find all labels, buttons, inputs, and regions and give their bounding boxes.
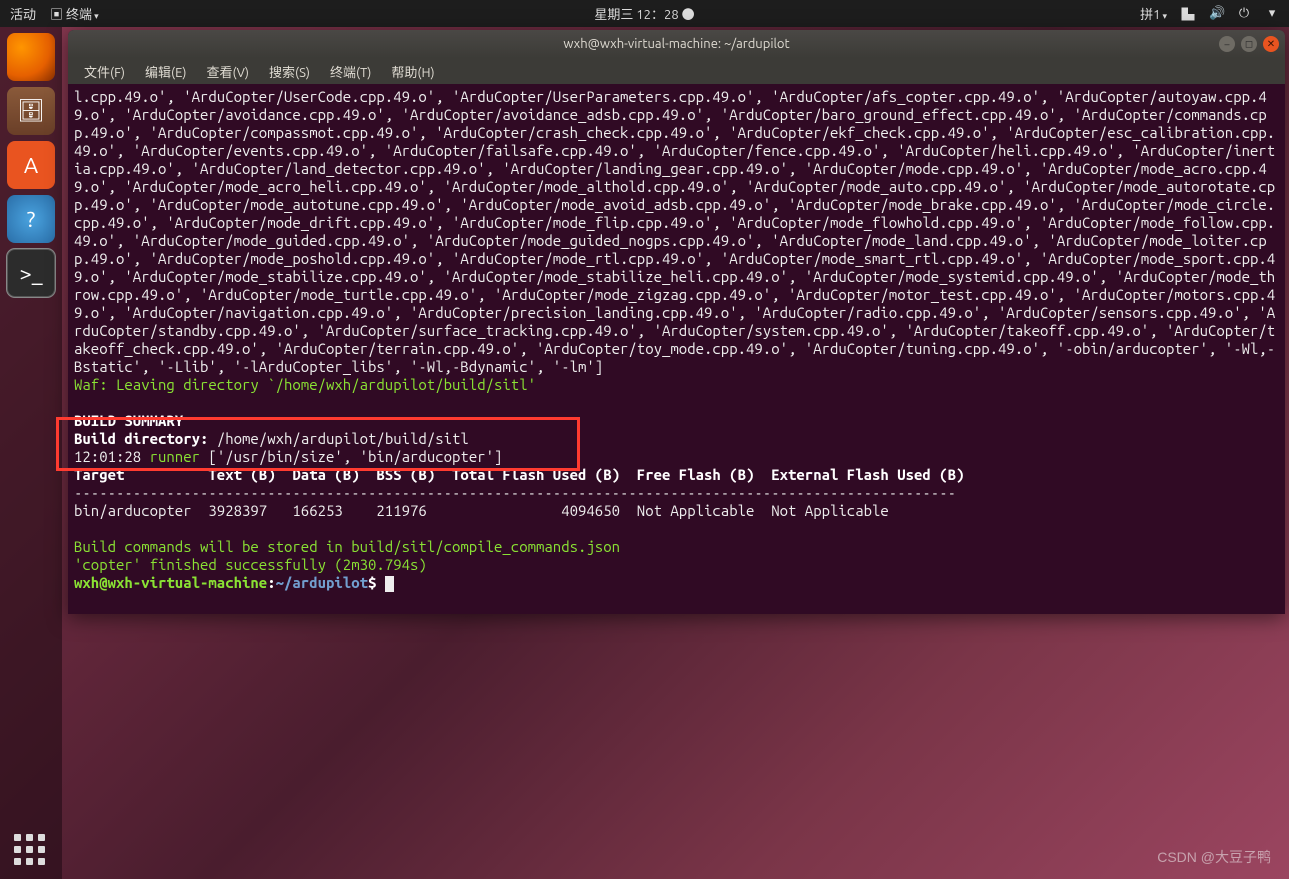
build-table-header: Target Text (B) Data (B) BSS (B) Total F… (74, 466, 964, 483)
input-method-indicator[interactable]: 拼1 (1140, 4, 1167, 23)
launcher-terminal[interactable]: >_ (7, 249, 55, 297)
prompt-sep: : (267, 574, 275, 591)
window-title: wxh@wxh-virtual-machine: ~/ardupilot (563, 37, 789, 51)
volume-icon[interactable]: 🔊 (1209, 6, 1223, 21)
terminal-window: wxh@wxh-virtual-machine: ~/ardupilot – ◻… (68, 30, 1285, 614)
watermark: CSDN @大豆子鸭 (1157, 847, 1271, 867)
menu-search[interactable]: 搜索(S) (261, 60, 318, 83)
menu-edit[interactable]: 编辑(E) (137, 60, 194, 83)
compile-objects-list: l.cpp.49.o', 'ArduCopter/UserCode.cpp.49… (74, 88, 1275, 375)
launcher-firefox[interactable] (7, 33, 55, 81)
finished-line: 'copter' finished successfully (2m30.794… (74, 556, 427, 573)
launcher-files[interactable]: 🗄 (7, 87, 55, 135)
prompt-path: ~/ardupilot (276, 574, 368, 591)
runner-args: ['/usr/bin/size', 'bin/arducopter'] (200, 448, 502, 465)
terminal-output[interactable]: l.cpp.49.o', 'ArduCopter/UserCode.cpp.49… (68, 84, 1285, 614)
system-menu-chevron[interactable]: ▾ (1265, 6, 1279, 21)
window-minimize-button[interactable]: – (1219, 36, 1235, 52)
prompt-user: wxh@wxh-virtual-machine (74, 574, 267, 591)
launcher-software[interactable]: A (7, 141, 55, 189)
runner-time: 12:01:28 (74, 448, 150, 465)
terminal-menubar: 文件(F) 编辑(E) 查看(V) 搜索(S) 终端(T) 帮助(H) (68, 58, 1285, 84)
launcher-help[interactable]: ? (7, 195, 55, 243)
window-titlebar[interactable]: wxh@wxh-virtual-machine: ~/ardupilot – ◻… (68, 30, 1285, 58)
build-table-divider: ----------------------------------------… (74, 484, 956, 501)
menu-view[interactable]: 查看(V) (199, 60, 257, 83)
launcher-dock: 🗄 A ? >_ (0, 27, 62, 879)
power-icon[interactable]: ⏻ (1237, 6, 1251, 21)
runner-word: runner (150, 448, 200, 465)
app-menu[interactable]: ▣ 终端 (50, 4, 99, 23)
build-directory-label: Build directory: (74, 430, 217, 447)
window-close-button[interactable]: ✕ (1263, 36, 1279, 52)
menu-help[interactable]: 帮助(H) (383, 60, 442, 83)
build-directory-path: /home/wxh/ardupilot/build/sitl (217, 430, 469, 447)
prompt-end: $ (368, 574, 385, 591)
window-maximize-button[interactable]: ◻ (1241, 36, 1257, 52)
build-commands-line: Build commands will be stored in build/s… (74, 538, 620, 555)
show-applications-button[interactable] (14, 834, 45, 865)
terminal-cursor (385, 576, 394, 592)
build-summary-title: BUILD SUMMARY (74, 412, 183, 429)
build-table-row: bin/arducopter 3928397 166253 211976 409… (74, 502, 889, 519)
top-panel: 活动 ▣ 终端 星期三 12：28 ● 拼1 ▙ 🔊 ⏻ ▾ (0, 0, 1289, 27)
activities-button[interactable]: 活动 (10, 4, 36, 23)
clock[interactable]: 星期三 12：28 ● (594, 4, 694, 23)
waf-leaving-line: Waf: Leaving directory `/home/wxh/ardupi… (74, 376, 536, 393)
menu-file[interactable]: 文件(F) (76, 60, 133, 83)
menu-terminal[interactable]: 终端(T) (322, 60, 379, 83)
network-icon[interactable]: ▙ (1181, 4, 1195, 23)
